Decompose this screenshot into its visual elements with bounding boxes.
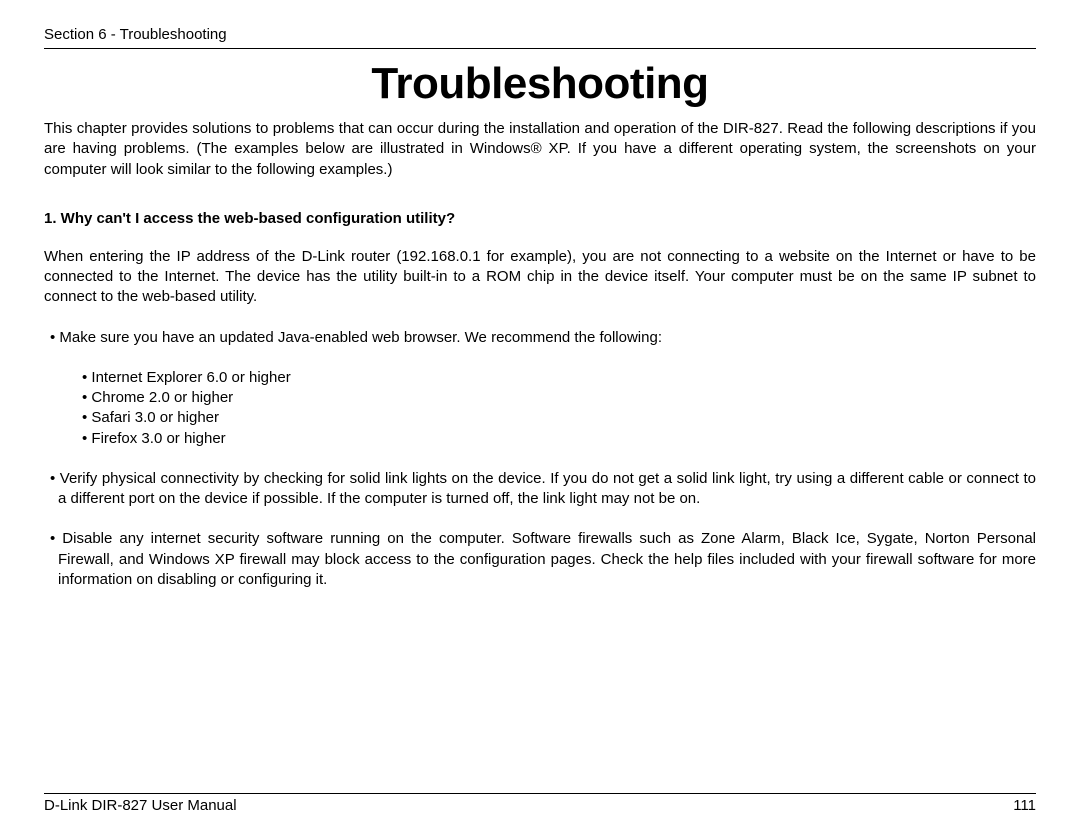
answer-intro: When entering the IP address of the D-Li… [44,247,1036,308]
question-heading: 1. Why can't I access the web-based conf… [44,210,1036,227]
browser-list: • Internet Explorer 6.0 or higher • Chro… [44,368,1036,449]
browser-firefox: • Firefox 3.0 or higher [90,429,1036,449]
section-header: Section 6 - Troubleshooting [44,26,1036,49]
section-label: Section 6 - Troubleshooting [44,26,227,43]
bullet-physical-connectivity: • Verify physical connectivity by checki… [44,469,1036,510]
footer-page-number: 111 [1013,797,1036,814]
footer-manual-label: D-Link DIR-827 User Manual [44,797,237,814]
page-title: Troubleshooting [44,59,1036,109]
bullet-browser-recommendation: • Make sure you have an updated Java-ena… [44,328,1036,348]
intro-paragraph: This chapter provides solutions to probl… [44,119,1036,180]
page-footer: D-Link DIR-827 User Manual 111 [44,793,1036,814]
browser-chrome: • Chrome 2.0 or higher [90,388,1036,408]
browser-safari: • Safari 3.0 or higher [90,408,1036,428]
browser-ie: • Internet Explorer 6.0 or higher [90,368,1036,388]
bullet-disable-firewall: • Disable any internet security software… [44,529,1036,590]
